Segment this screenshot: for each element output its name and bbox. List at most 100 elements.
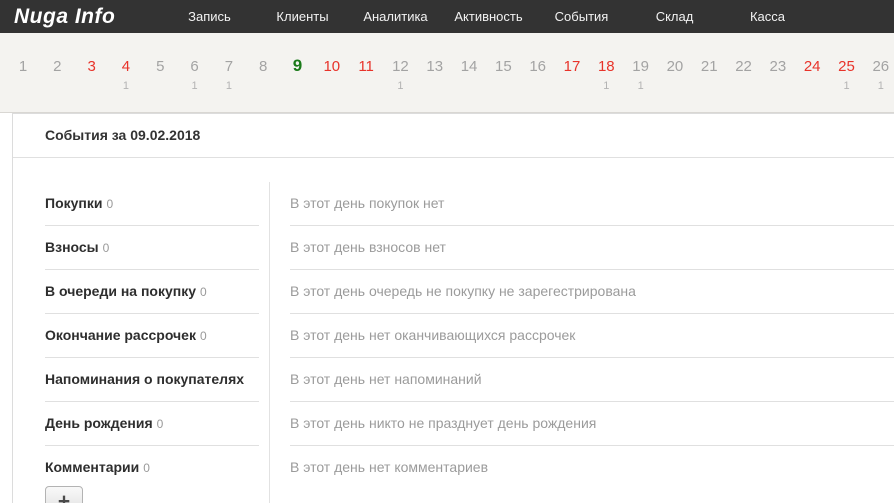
nav-link[interactable]: Касса: [721, 9, 814, 24]
day-number: 19: [632, 58, 650, 76]
calendar-day[interactable]: 8: [254, 58, 272, 93]
event-message-cell: В этот день никто не празднует день рожд…: [269, 402, 894, 446]
calendar-day[interactable]: 10: [323, 58, 341, 93]
events-list: Покупки 0 В этот день покупок нет Взносы 0…: [13, 158, 894, 503]
event-category-count: 0: [200, 329, 207, 343]
day-event-count: [529, 80, 547, 93]
event-category-label: День рождения: [45, 415, 153, 431]
calendar-day[interactable]: 7 1: [220, 58, 238, 93]
calendar-day[interactable]: 17: [563, 58, 581, 93]
calendar-day[interactable]: 3: [83, 58, 101, 93]
day-number: 24: [803, 58, 821, 76]
calendar-day[interactable]: 16: [529, 58, 547, 93]
calendar-day[interactable]: 15: [494, 58, 512, 93]
calendar-day[interactable]: 25 1: [838, 58, 856, 93]
day-event-count: [460, 80, 478, 93]
event-category-count: 0: [157, 417, 164, 431]
day-event-count: [254, 80, 272, 93]
day-number: 6: [186, 58, 204, 76]
event-category-cell: В очереди на покупку0: [45, 270, 259, 314]
event-category-count: 0: [200, 285, 207, 299]
calendar-day[interactable]: 21: [700, 58, 718, 93]
calendar-day[interactable]: 14: [460, 58, 478, 93]
nav-link[interactable]: Аналитика: [349, 9, 442, 24]
event-message-cell: В этот день нет оканчивающихся рассрочек: [269, 314, 894, 358]
nav-link[interactable]: Запись: [163, 9, 256, 24]
day-event-count: [323, 80, 341, 93]
event-empty-message: В этот день нет оканчивающихся рассрочек: [290, 327, 575, 343]
day-number: 15: [494, 58, 512, 76]
calendar-day[interactable]: 20: [666, 58, 684, 93]
main-nav: Запись Клиенты Аналитика Активность Собы…: [163, 9, 814, 24]
calendar-day[interactable]: 26 1: [872, 58, 890, 93]
day-event-count: [494, 80, 512, 93]
day-number: 5: [151, 58, 169, 76]
nav-link[interactable]: Клиенты: [256, 9, 349, 24]
day-number: 22: [735, 58, 753, 76]
calendar-day[interactable]: 11: [357, 58, 375, 93]
day-event-count: 1: [186, 80, 204, 93]
event-category-cell: Покупки 0: [45, 182, 259, 226]
calendar-day[interactable]: 19 1: [632, 58, 650, 93]
calendar-day[interactable]: 12 1: [391, 58, 409, 93]
day-event-count: [563, 80, 581, 93]
nav-link[interactable]: Склад: [628, 9, 721, 24]
event-message-cell: В этот день покупок нет: [269, 182, 894, 226]
day-event-count: [48, 80, 66, 93]
calendar-day[interactable]: 24: [803, 58, 821, 93]
panel-title: События за 09.02.2018: [45, 127, 200, 143]
plus-icon: +: [58, 490, 70, 503]
event-category-label: Покупки: [45, 195, 102, 211]
day-number: 17: [563, 58, 581, 76]
calendar-day[interactable]: 9: [289, 57, 307, 92]
event-row: Напоминания о покупателях В этот день не…: [45, 358, 894, 402]
calendar-day[interactable]: 5: [151, 58, 169, 93]
day-event-count: 1: [838, 80, 856, 93]
calendar-day[interactable]: 4 1: [117, 58, 135, 93]
calendar-day[interactable]: 6 1: [186, 58, 204, 93]
event-row: Взносы0 В этот день взносов нет: [45, 226, 894, 270]
event-category-cell: День рождения 0: [45, 402, 259, 446]
calendar-day[interactable]: 13: [426, 58, 444, 93]
event-category-label: Взносы: [45, 239, 99, 255]
day-event-count: 1: [632, 80, 650, 93]
nav-link[interactable]: События: [535, 9, 628, 24]
day-number: 12: [391, 58, 409, 76]
day-number: 20: [666, 58, 684, 76]
day-event-count: 1: [220, 80, 238, 93]
calendar-day[interactable]: 22: [735, 58, 753, 93]
day-event-count: 1: [872, 80, 890, 93]
day-event-count: [700, 80, 718, 93]
event-category-label: Окончание рассрочек: [45, 327, 196, 343]
day-number: 16: [529, 58, 547, 76]
event-message-cell: В этот день нет комментариев: [269, 446, 894, 503]
add-comment-button[interactable]: +: [45, 486, 83, 503]
day-number: 4: [117, 58, 135, 76]
calendar-day[interactable]: 2: [48, 58, 66, 93]
event-category-cell: Окончание рассрочек 0: [45, 314, 259, 358]
day-number: 14: [460, 58, 478, 76]
event-row: Окончание рассрочек 0 В этот день нет ока…: [45, 314, 894, 358]
day-event-count: [151, 80, 169, 93]
event-row: В очереди на покупку0 В этот день очеред…: [45, 270, 894, 314]
day-number: 7: [220, 58, 238, 76]
calendar-day[interactable]: 23: [769, 58, 787, 93]
day-number: 25: [838, 58, 856, 76]
day-number: 8: [254, 58, 272, 76]
day-event-count: [14, 80, 32, 93]
day-number: 1: [14, 58, 32, 76]
panel-header: События за 09.02.2018: [13, 114, 894, 158]
calendar-day[interactable]: 18 1: [597, 58, 615, 93]
event-row: Комментарии0 + В этот день нет комментар…: [45, 446, 894, 503]
events-panel: События за 09.02.2018 Покупки 0 В этот де…: [12, 113, 894, 503]
day-number: 2: [48, 58, 66, 76]
day-number: 10: [323, 58, 341, 76]
calendar-day[interactable]: 1: [14, 58, 32, 93]
event-category-count: 0: [106, 197, 113, 211]
event-empty-message: В этот день нет комментариев: [290, 459, 488, 475]
event-category-count: 0: [103, 241, 110, 255]
day-event-count: 1: [597, 80, 615, 93]
event-category-cell: Взносы 0: [45, 226, 259, 270]
day-event-count: [735, 80, 753, 93]
nav-link[interactable]: Активность: [442, 9, 535, 24]
